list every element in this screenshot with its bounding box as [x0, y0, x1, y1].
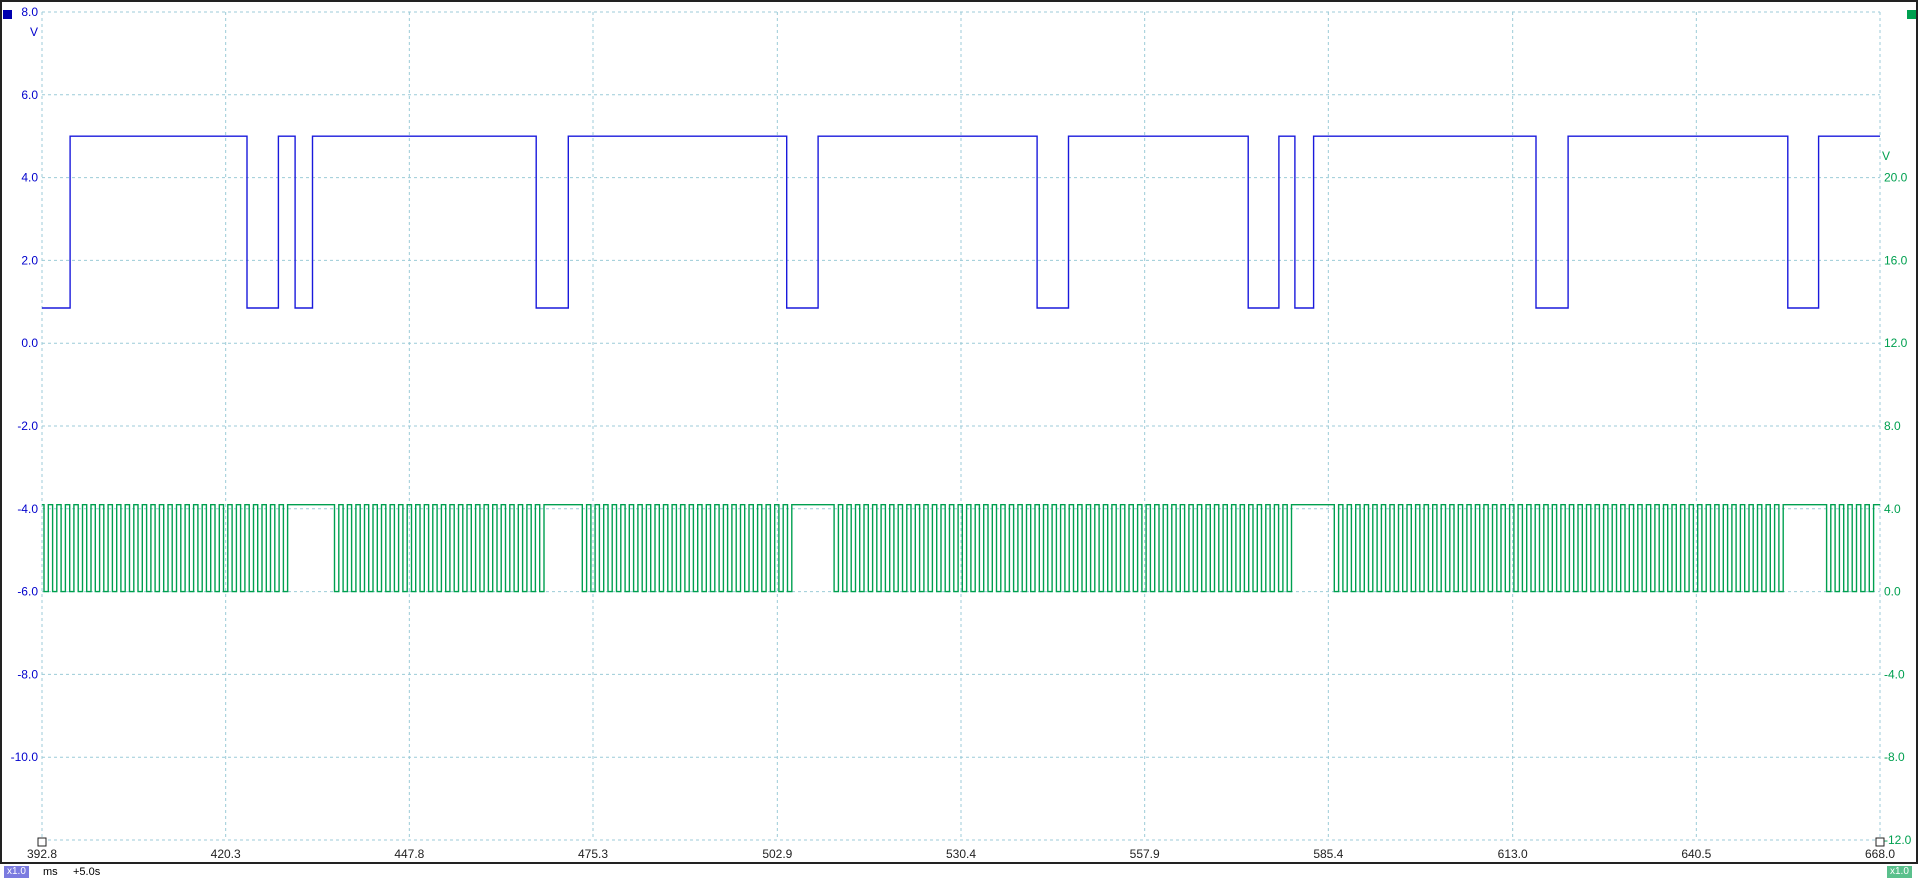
left-axis-tick-label: -8.0	[17, 667, 38, 681]
left-axis-tick-label: -6.0	[17, 585, 38, 599]
x-tick-label: 392.8	[27, 847, 57, 861]
left-axis-tick-label: 2.0	[21, 253, 38, 267]
left-axis-tick-label: -10.0	[11, 750, 39, 764]
left-axis-tick-label: -2.0	[17, 419, 38, 433]
x-tick-label: 420.3	[211, 847, 241, 861]
x-tick-label: 502.9	[762, 847, 792, 861]
right-axis-tick-label: 20.0	[1884, 171, 1908, 185]
left-axis-tick-label: 4.0	[21, 171, 38, 185]
channel-b-scale-chip[interactable]: x1.0	[1887, 866, 1912, 878]
plot-area[interactable]: 392.8 420.3 447.8 475.3 502.9 530.4 557.9 585.4…	[0, 0, 1920, 880]
x-tick-label: 530.4	[946, 847, 976, 861]
oscilloscope-view: 392.8 420.3 447.8 475.3 502.9 530.4 557.9 585.4…	[0, 0, 1920, 880]
x-tick-label: 640.5	[1681, 847, 1711, 861]
right-axis-tick-label: 8.0	[1884, 419, 1901, 433]
x-tick-label: 668.0	[1865, 847, 1895, 861]
scope-frame	[0, 0, 1918, 864]
status-bar: x1.0 ms +5.0s x1.0	[0, 864, 1920, 880]
x-tick-label: 447.8	[394, 847, 424, 861]
left-axis-tick-label: 8.0	[21, 5, 38, 19]
right-axis-tick-label: -8.0	[1884, 750, 1905, 764]
right-axis-unit-label: V	[1882, 149, 1890, 163]
time-unit-label: ms	[43, 866, 58, 878]
x-tick-label: 585.4	[1313, 847, 1343, 861]
time-offset-label: +5.0s	[73, 866, 101, 878]
x-tick-label: 557.9	[1130, 847, 1160, 861]
right-axis-tick-label: 4.0	[1884, 502, 1901, 516]
left-axis-tick-label: -4.0	[17, 502, 38, 516]
right-axis-tick-label: 12.0	[1884, 336, 1908, 350]
right-axis-tick-label: 16.0	[1884, 253, 1908, 267]
right-cursor-handle[interactable]	[1875, 837, 1885, 847]
left-axis-tick-label: 6.0	[21, 88, 38, 102]
channel-b-marker[interactable]	[1907, 10, 1916, 19]
right-axis-tick-label: -12.0	[1884, 833, 1912, 847]
left-axis-unit-label: V	[30, 25, 38, 39]
channel-a-scale-chip[interactable]: x1.0	[4, 866, 29, 878]
left-axis-tick-label: 0.0	[21, 336, 38, 350]
x-tick-label: 613.0	[1498, 847, 1528, 861]
channel-a-marker[interactable]	[3, 10, 12, 19]
right-axis-tick-label: 0.0	[1884, 585, 1901, 599]
right-axis-tick-label: -4.0	[1884, 667, 1905, 681]
left-cursor-handle[interactable]	[37, 837, 47, 847]
x-tick-label: 475.3	[578, 847, 608, 861]
